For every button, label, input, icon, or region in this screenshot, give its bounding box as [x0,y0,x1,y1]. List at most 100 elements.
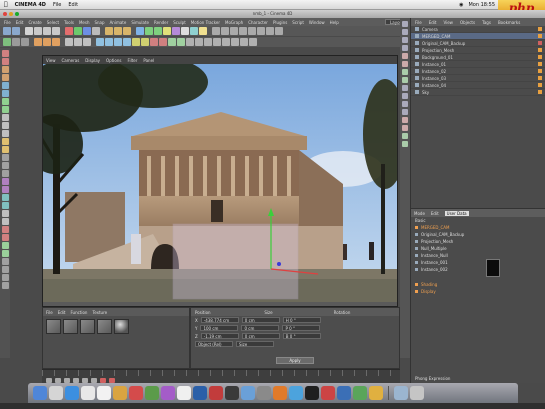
palette-icon-3[interactable] [1,66,9,73]
size-x-field[interactable]: 0 cm [241,317,280,323]
material-thumb[interactable] [46,319,61,334]
size-z-field[interactable]: 0 cm [241,333,280,339]
toolbar2-icon-o[interactable] [222,38,230,46]
palette-icon-20[interactable] [1,202,9,209]
menu-motion-tracker[interactable]: Motion Tracker [191,20,220,25]
tag-icon[interactable] [538,76,542,80]
mat-menu-edit[interactable]: Edit [58,310,66,315]
attr-item[interactable]: Instance_002 [411,266,545,273]
app-store-icon[interactable] [241,386,255,400]
toolbar2-icon-r[interactable] [249,38,257,46]
toolbar2-icon-n[interactable] [213,38,221,46]
menu-sculpt[interactable]: Sculpt [173,20,186,25]
position-z-field[interactable]: -1.19 cm [200,333,239,339]
attr-item[interactable]: Projection_Mesh [411,238,545,245]
tag-icon[interactable] [538,90,542,94]
calendar-icon[interactable] [97,386,111,400]
rotate-icon[interactable] [52,27,60,35]
palette-icon-8[interactable] [1,106,9,113]
palette-icon-30[interactable] [1,282,9,289]
play-backwards-icon[interactable] [64,377,70,383]
menu-mesh[interactable]: Mesh [79,20,90,25]
toolbar-icon-e[interactable] [248,27,256,35]
right-strip-icon-10[interactable] [402,93,408,99]
render-view-icon[interactable] [105,27,113,35]
palette-icon-13[interactable] [1,146,9,153]
toolbar2-icon-l[interactable] [195,38,203,46]
apple-icon[interactable]:  [4,1,8,8]
right-strip-icon-14[interactable] [402,125,408,131]
material-thumb[interactable] [114,319,129,334]
attr-tab-edit[interactable]: Edit [431,211,439,216]
object-row[interactable]: Sky [411,89,545,96]
toolbar2-icon-j[interactable] [177,38,185,46]
trash-icon[interactable] [410,386,424,400]
om-menu-edit[interactable]: Edit [429,20,437,25]
palette-icon-1[interactable] [1,50,9,57]
toolbar-icon-a[interactable] [212,27,220,35]
right-strip-icon-15[interactable] [402,133,408,139]
palette-icon-6[interactable] [1,90,9,97]
polygons-mode-icon[interactable] [52,38,60,46]
tag-icon[interactable] [538,34,542,38]
palette-icon-22[interactable] [1,218,9,225]
tag-icon[interactable] [538,48,542,52]
palette-icon-4[interactable] [1,74,9,81]
palette-icon-24[interactable] [1,234,9,241]
right-strip-icon-6[interactable] [402,61,408,67]
minimize-window-button[interactable] [9,12,13,16]
toolbar-icon-b[interactable] [221,27,229,35]
menu-character[interactable]: Character [248,20,268,25]
menu-edit[interactable]: Edit [16,20,24,25]
notes-icon[interactable] [113,386,127,400]
3d-viewport[interactable]: View Cameras Display Options Filter Pane… [42,55,398,307]
menu-script[interactable]: Script [292,20,304,25]
y-axis-icon[interactable] [74,27,82,35]
render-picture-viewer-icon[interactable] [114,27,122,35]
om-menu-view[interactable]: View [443,20,453,25]
om-menu-objects[interactable]: Objects [460,20,475,25]
palette-icon-11[interactable] [1,130,9,137]
tag-icon[interactable] [538,83,542,87]
viewport-menu-options[interactable]: Options [106,58,121,63]
attr-tab-mode[interactable]: Mode [414,211,425,216]
toolbar2-icon-g[interactable] [150,38,158,46]
scale-icon[interactable] [43,27,51,35]
palette-icon-2[interactable] [1,58,9,65]
palette-icon-16[interactable] [1,170,9,177]
om-menu-tags[interactable]: Tags [482,20,491,25]
autokey-icon[interactable] [109,377,115,383]
firefox-icon[interactable] [273,386,287,400]
toolbar-icon-f[interactable] [257,27,265,35]
tag-icon[interactable] [538,55,542,59]
photoshop-icon[interactable] [193,386,207,400]
previous-key-icon[interactable] [55,377,61,383]
palette-icon-27[interactable] [1,258,9,265]
position-y-field[interactable]: 100 cm [200,325,239,331]
apply-button[interactable]: Apply [276,357,314,364]
camera-icon[interactable] [190,27,198,35]
palette-icon-15[interactable] [1,162,9,169]
menu-render[interactable]: Render [154,20,168,25]
palette-icon-26[interactable] [1,250,9,257]
texture-mode-icon[interactable] [12,38,20,46]
render-settings-icon[interactable] [123,27,131,35]
finder-icon[interactable] [33,386,47,400]
deformer-icon[interactable] [172,27,180,35]
material-thumb[interactable] [97,319,112,334]
spline-icon[interactable] [145,27,153,35]
toolbar2-icon-b[interactable] [105,38,113,46]
toolbar2-icon-a[interactable] [96,38,104,46]
terminal-icon[interactable] [305,386,319,400]
rotation-p-field[interactable]: P 0 ° [282,325,321,331]
viewport-menu-display[interactable]: Display [85,58,100,63]
menu-window[interactable]: Window [309,20,325,25]
go-to-start-icon[interactable] [46,377,52,383]
acrobat-icon[interactable] [209,386,223,400]
palette-icon-28[interactable] [1,266,9,273]
toolbar2-icon-i[interactable] [168,38,176,46]
menu-animate[interactable]: Animate [110,20,127,25]
timeline[interactable] [42,369,400,383]
right-strip-icon-4[interactable] [402,45,408,51]
palette-icon-19[interactable] [1,194,9,201]
